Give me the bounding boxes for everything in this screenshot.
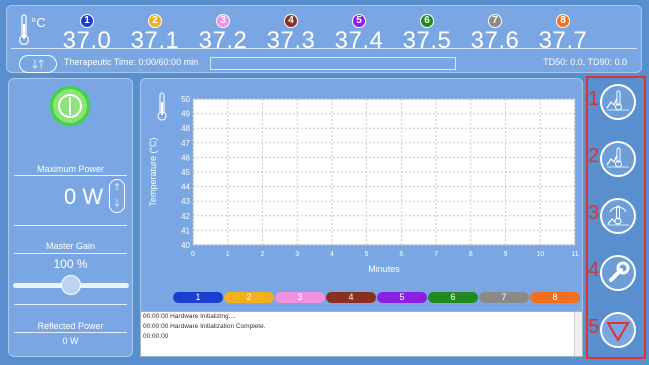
temperature-chart: 40414243444546474849500 1 2 3 4 5 6 7 8 9 10 11Minu… xyxy=(148,95,579,274)
reflected-power-value: 0 W xyxy=(62,336,79,346)
event-log: 00:00:00 Hardware Initializing.... 00:00:… xyxy=(140,311,583,357)
thermometer-icon xyxy=(18,14,30,46)
y-tick-label: 43 xyxy=(181,197,190,206)
reflected-power-label: Reflected Power xyxy=(37,321,104,331)
channel-badge: 4 xyxy=(284,14,298,28)
master-gain-label: Master Gain xyxy=(45,241,96,251)
temperature-value: 37.3 xyxy=(266,27,316,54)
x-tick-label: 4 xyxy=(330,251,334,258)
temperature-value: 37.0 xyxy=(62,27,112,54)
temperature-value: 37.4 xyxy=(334,27,384,54)
y-tick-label: 44 xyxy=(181,183,190,192)
channel-badge: 6 xyxy=(420,14,434,28)
legend-item-2: 2 xyxy=(224,292,274,303)
temperature-value: 37.5 xyxy=(402,27,452,54)
y-tick-label: 45 xyxy=(181,168,190,177)
action-button-1[interactable] xyxy=(600,84,636,120)
action-button-3[interactable] xyxy=(600,198,636,234)
channel-badge: 2 xyxy=(148,14,162,28)
temperature-value: 37.7 xyxy=(538,27,588,54)
channel-badge: 3 xyxy=(216,14,230,28)
x-tick-label: 1 xyxy=(226,251,230,258)
button-number-2: 2 xyxy=(588,145,600,167)
x-tick-label: 2 xyxy=(261,251,265,258)
max-power-label: Maximum Power xyxy=(36,164,104,174)
y-tick-label: 41 xyxy=(181,226,190,235)
log-entry: 00:00:00 Hardware Initialization Complet… xyxy=(143,323,266,330)
y-tick-label: 47 xyxy=(181,139,190,148)
channel-badge: 8 xyxy=(556,14,570,28)
header-bar: °C 1 37.0 2 37.1 3 37.2 4 37.3 5 37.4 6 37.5 7 37.6 8 3… xyxy=(6,5,642,73)
temperature-signal-icon xyxy=(602,205,634,236)
scroll-arrows-button[interactable]: 🡓🡑 xyxy=(19,55,57,73)
x-tick-label: 8 xyxy=(469,251,473,258)
legend-item-7: 7 xyxy=(479,292,529,303)
temperature-chart-icon xyxy=(602,147,634,179)
x-tick-label: 11 xyxy=(571,251,578,258)
down-triangle-icon xyxy=(602,322,634,350)
channel-badge: 1 xyxy=(80,14,94,28)
temperature-value: 37.2 xyxy=(198,27,248,54)
temperature-unit: °C xyxy=(31,15,46,30)
therapy-progress-bar xyxy=(210,57,456,70)
legend-item-8: 8 xyxy=(530,292,580,303)
y-tick-label: 48 xyxy=(181,124,190,133)
legend-item-5: 5 xyxy=(377,292,427,303)
action-buttons: 1 2 3 4 5 xyxy=(586,76,646,359)
legend-item-4: 4 xyxy=(326,292,376,303)
legend-item-1: 1 xyxy=(173,292,223,303)
y-tick-label: 46 xyxy=(181,153,190,162)
y-axis-label: Temperature (°C) xyxy=(148,137,158,206)
y-tick-label: 42 xyxy=(181,212,190,221)
slider-thumb[interactable] xyxy=(61,275,81,295)
x-tick-label: 7 xyxy=(434,251,438,258)
log-scrollbar[interactable] xyxy=(574,312,582,356)
log-entry: 00:00:00 Hardware Initializing.... xyxy=(143,313,236,320)
x-axis-label: Minutes xyxy=(368,264,400,274)
wrench-icon xyxy=(602,261,634,293)
x-tick-label: 5 xyxy=(365,251,369,258)
legend-item-3: 3 xyxy=(275,292,325,303)
master-gain-value: 100 % xyxy=(53,257,88,271)
y-tick-label: 40 xyxy=(181,241,190,250)
action-button-5[interactable] xyxy=(600,312,636,348)
action-button-4[interactable] xyxy=(600,255,636,291)
x-tick-label: 10 xyxy=(536,251,544,258)
down-arrow-icon: 🡓 xyxy=(114,198,120,209)
power-panel: Maximum Power 0 W 🡑 🡓 Master Gain 100 % R… xyxy=(8,78,133,357)
temperature-chart-icon xyxy=(602,90,634,122)
max-power-value: 0 W xyxy=(64,184,104,209)
x-tick-label: 6 xyxy=(399,251,403,258)
power-adjust-button[interactable]: 🡑 🡓 xyxy=(109,179,125,213)
x-tick-label: 3 xyxy=(295,251,299,258)
power-icon xyxy=(58,94,82,118)
button-number-4: 4 xyxy=(588,259,600,281)
button-number-3: 3 xyxy=(588,202,600,224)
button-number-5: 5 xyxy=(588,316,600,338)
up-arrow-icon: 🡑 xyxy=(114,182,120,193)
y-tick-label: 49 xyxy=(181,110,190,119)
channel-badge: 5 xyxy=(352,14,366,28)
power-status-button[interactable] xyxy=(50,86,90,126)
button-number-1: 1 xyxy=(588,88,600,110)
td-values: TD50: 0.0, TD90: 0.0 xyxy=(543,57,627,67)
temperature-value: 37.6 xyxy=(470,27,520,54)
x-tick-label: 0 xyxy=(191,251,195,258)
temperature-value: 37.1 xyxy=(130,27,180,54)
up-arrow-icon: 🡑 xyxy=(38,57,45,71)
therapeutic-time: Therapeutic Time: 0:00/60:00 min xyxy=(64,57,199,67)
action-button-2[interactable] xyxy=(600,141,636,177)
y-tick-label: 50 xyxy=(181,95,190,104)
log-entry: 00:00:00 xyxy=(143,333,169,340)
legend-item-6: 6 xyxy=(428,292,478,303)
channel-badge: 7 xyxy=(488,14,502,28)
x-tick-label: 9 xyxy=(504,251,508,258)
